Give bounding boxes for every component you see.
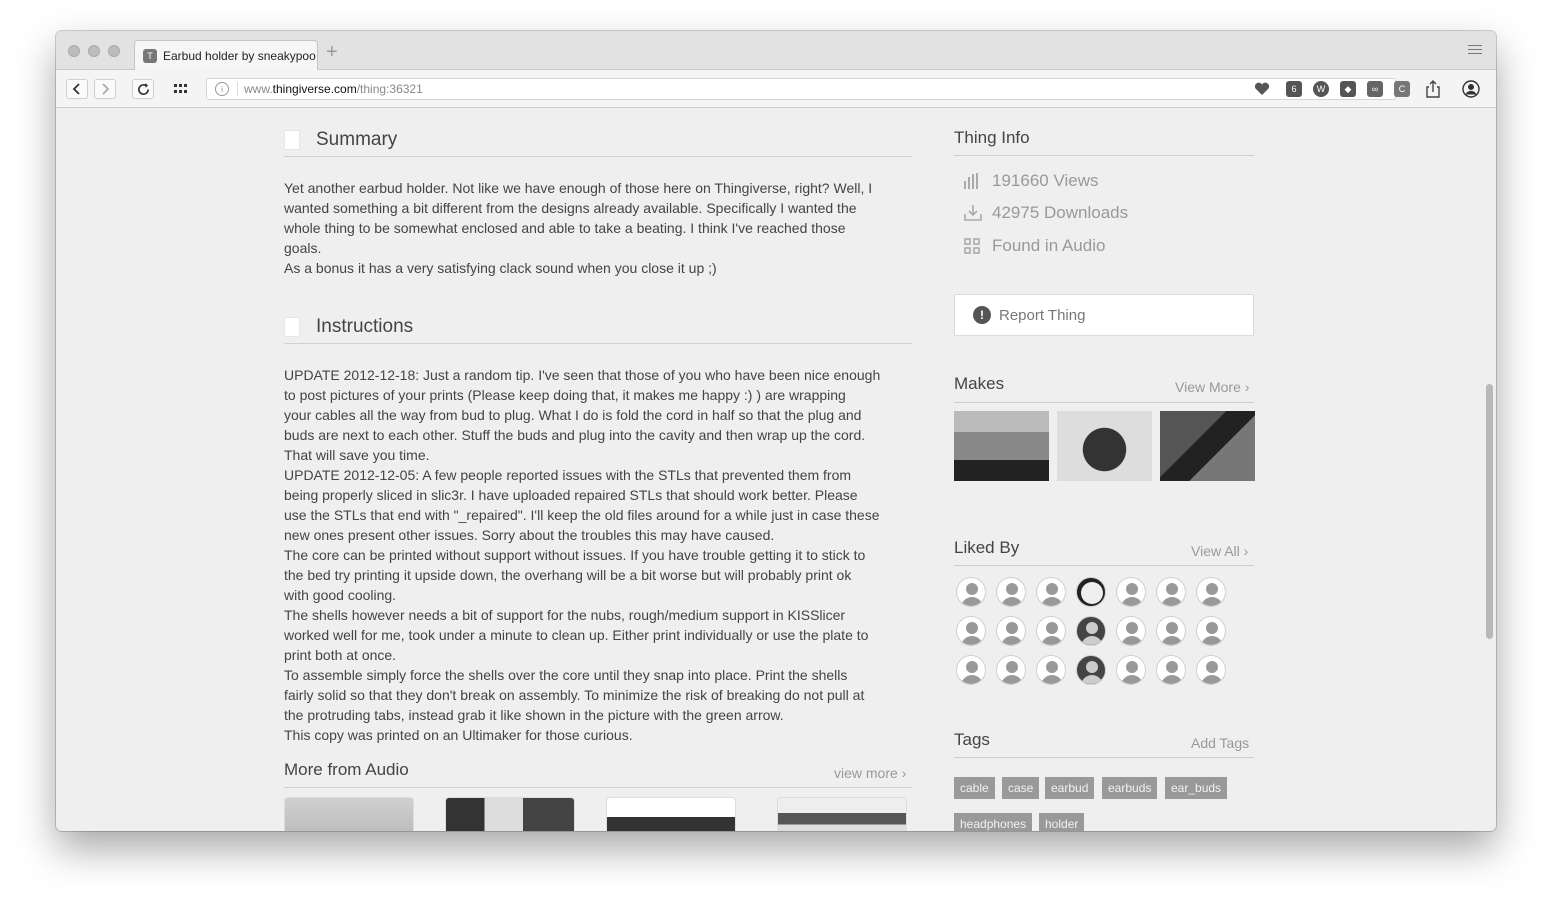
liker-avatar[interactable] bbox=[956, 655, 986, 685]
chevron-right-icon bbox=[102, 83, 110, 95]
glasses-extension-icon[interactable]: ∞ bbox=[1367, 81, 1383, 97]
category-grid-icon bbox=[964, 238, 980, 254]
document-icon bbox=[284, 317, 300, 337]
make-thumbnail[interactable] bbox=[1057, 411, 1152, 481]
tag-earbud[interactable]: earbud bbox=[1045, 777, 1095, 799]
chevron-left-icon bbox=[72, 83, 80, 95]
more-from-heading: More from Audio bbox=[284, 760, 409, 779]
views-stat: 191660 Views bbox=[964, 171, 1099, 191]
exclamation-icon: ! bbox=[973, 306, 991, 324]
liker-avatar[interactable] bbox=[1116, 616, 1146, 646]
document-icon bbox=[284, 130, 300, 150]
thingiverse-favicon-icon: T bbox=[143, 48, 157, 63]
minimize-window-button[interactable] bbox=[88, 45, 100, 57]
liker-avatar[interactable] bbox=[1036, 655, 1066, 685]
css-extension-icon[interactable]: C bbox=[1394, 81, 1410, 97]
liker-avatar[interactable] bbox=[1196, 616, 1226, 646]
chevron-right-icon: › bbox=[901, 765, 907, 781]
liker-avatar[interactable] bbox=[996, 616, 1026, 646]
liker-avatar[interactable] bbox=[956, 577, 986, 607]
downloads-stat: 42975 Downloads bbox=[964, 203, 1128, 223]
liker-avatar[interactable] bbox=[1156, 577, 1186, 607]
more-from-view-more-link[interactable]: view more › bbox=[834, 765, 906, 781]
liker-avatar[interactable] bbox=[1076, 616, 1106, 646]
url-subdomain: www. bbox=[244, 82, 273, 96]
make-thumbnail[interactable] bbox=[1160, 411, 1255, 481]
liker-avatar[interactable] bbox=[956, 616, 986, 646]
grid-icon bbox=[174, 84, 187, 93]
liker-avatar[interactable] bbox=[1116, 655, 1146, 685]
tab-title: Earbud holder by sneakypoo bbox=[163, 48, 316, 63]
tag-cable[interactable]: cable bbox=[954, 777, 995, 799]
tags-heading: Tags bbox=[954, 730, 990, 749]
chevron-right-icon: › bbox=[1244, 379, 1250, 395]
wordpress-extension-icon[interactable]: W bbox=[1313, 81, 1329, 97]
page-content: Summary Yet another earbud holder. Not l… bbox=[56, 109, 1496, 831]
reload-icon bbox=[137, 82, 149, 95]
new-tab-button[interactable]: + bbox=[326, 41, 338, 64]
liked-by-heading: Liked By bbox=[954, 538, 1020, 557]
page-scrollbar[interactable] bbox=[1486, 384, 1493, 639]
back-button[interactable] bbox=[66, 79, 88, 99]
report-thing-button[interactable]: ! Report Thing bbox=[954, 294, 1254, 336]
forward-button[interactable] bbox=[94, 79, 116, 99]
liker-avatar[interactable] bbox=[1116, 577, 1146, 607]
url-host: thingiverse.com bbox=[272, 82, 357, 96]
tab-bar: T Earbud holder by sneakypoo + bbox=[56, 31, 1496, 70]
liker-avatar[interactable] bbox=[996, 655, 1026, 685]
more-thing-card[interactable] bbox=[445, 797, 575, 831]
browser-toolbar: i www. thingiverse.com/thing:36321 6 W ◆ … bbox=[56, 70, 1496, 108]
close-window-button[interactable] bbox=[68, 45, 80, 57]
site-info-icon[interactable]: i bbox=[215, 82, 229, 96]
instructions-text: UPDATE 2012-12-18: Just a random tip. I'… bbox=[284, 367, 881, 743]
reload-button[interactable] bbox=[132, 79, 154, 99]
liker-avatar[interactable] bbox=[1036, 616, 1066, 646]
liker-avatar[interactable] bbox=[1196, 577, 1226, 607]
browser-window: T Earbud holder by sneakypoo + i www. thi… bbox=[56, 31, 1496, 831]
download-icon bbox=[964, 205, 982, 221]
summary-heading: Summary bbox=[284, 129, 397, 151]
tag-holder[interactable]: holder bbox=[1039, 813, 1085, 831]
bar-chart-icon bbox=[964, 173, 978, 189]
more-thing-card[interactable] bbox=[284, 797, 414, 831]
more-thing-card[interactable] bbox=[777, 797, 907, 831]
add-tags-link[interactable]: Add Tags bbox=[1191, 735, 1249, 751]
profile-icon[interactable] bbox=[1462, 80, 1480, 98]
browser-tab[interactable]: T Earbud holder by sneakypoo bbox=[134, 40, 318, 70]
address-bar[interactable]: i www. thingiverse.com/thing:36321 bbox=[206, 78, 1396, 100]
liker-avatar[interactable] bbox=[996, 577, 1026, 607]
makes-heading: Makes bbox=[954, 374, 1005, 393]
shield-extension-icon[interactable]: ◆ bbox=[1340, 81, 1356, 97]
top-sites-button[interactable] bbox=[168, 79, 194, 99]
liker-avatar[interactable] bbox=[1156, 655, 1186, 685]
url-path: /thing:36321 bbox=[356, 82, 423, 96]
make-thumbnail[interactable] bbox=[954, 411, 1049, 481]
tag-headphones[interactable]: headphones bbox=[954, 813, 1033, 831]
zoom-window-button[interactable] bbox=[108, 45, 120, 57]
tag-ear-buds[interactable]: ear_buds bbox=[1165, 777, 1228, 799]
heart-icon[interactable] bbox=[1254, 82, 1270, 96]
makes-view-more-link[interactable]: View More › bbox=[1175, 379, 1249, 395]
liker-avatar[interactable] bbox=[1156, 616, 1186, 646]
liker-avatar[interactable] bbox=[1076, 577, 1106, 607]
summary-text: Yet another earbud holder. Not like we h… bbox=[284, 180, 873, 276]
tag-case[interactable]: case bbox=[1002, 777, 1040, 799]
tag-earbuds[interactable]: earbuds bbox=[1102, 777, 1158, 799]
chevron-right-icon: › bbox=[1243, 543, 1249, 559]
more-thing-card[interactable] bbox=[606, 797, 736, 831]
tab-overview-button[interactable] bbox=[1468, 45, 1482, 57]
category-link[interactable]: Found in Audio bbox=[964, 236, 1105, 256]
liker-avatar[interactable] bbox=[1036, 577, 1066, 607]
liker-avatar[interactable] bbox=[1076, 655, 1106, 685]
thing-info-heading: Thing Info bbox=[954, 128, 1030, 147]
share-icon[interactable] bbox=[1426, 80, 1440, 98]
lock-extension-icon[interactable]: 6 bbox=[1286, 81, 1302, 97]
liker-avatar[interactable] bbox=[1196, 655, 1226, 685]
instructions-heading: Instructions bbox=[284, 316, 413, 338]
liked-by-view-all-link[interactable]: View All › bbox=[1191, 543, 1248, 559]
